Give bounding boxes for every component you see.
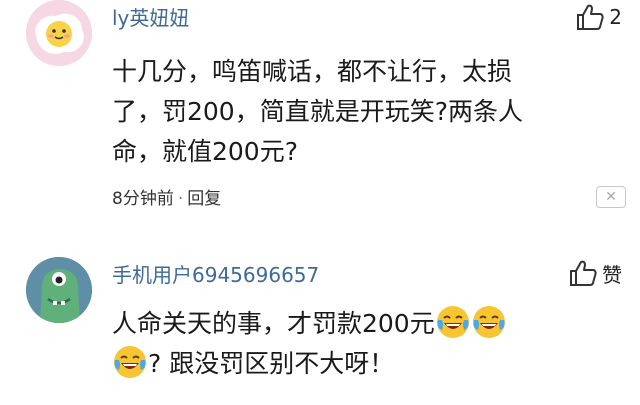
comment-item: ly英妞妞 2 十几分，鸣笛喊话，都不让行，太损 了，罚200，简直就是开玩笑?… xyxy=(0,0,640,232)
comment-text-line: 命，就值200元? xyxy=(112,137,298,166)
avatar[interactable] xyxy=(26,257,92,323)
username[interactable]: 手机用户6945696657 xyxy=(112,259,319,288)
like-count: 2 xyxy=(609,5,622,29)
crying-laughing-icon xyxy=(436,306,469,338)
reply-link[interactable]: 回复 xyxy=(187,189,221,209)
comment-text-segment: 人命关天的事，才罚款200元 xyxy=(112,309,435,338)
comment-text-line: 人命关天的事，才罚款200元 xyxy=(112,304,612,344)
like-button[interactable]: 2 xyxy=(575,2,622,32)
thumbs-up-icon xyxy=(570,260,597,286)
crying-laughing-icon xyxy=(114,346,146,378)
comment-text-line: 了，罚200，简直就是开玩笑?两条人 xyxy=(112,97,523,126)
dismiss-button[interactable]: ✕ xyxy=(596,186,626,208)
comment-meta: 8分钟前 · 回复 xyxy=(112,184,221,209)
comment-item: 手机用户6945696657 赞 人命关天的事，才罚款200元 ? 跟没罚区别不… xyxy=(0,232,640,405)
comment-text-segment: ? 跟没罚区别不大呀！ xyxy=(148,349,395,378)
comment-text-line: ? 跟没罚区别不大呀！ xyxy=(112,344,612,384)
separator: · xyxy=(177,189,184,209)
crying-laughing-icon xyxy=(472,306,505,338)
timestamp: 8分钟前 xyxy=(112,189,174,209)
username[interactable]: ly英妞妞 xyxy=(112,2,189,31)
comment-text: 人命关天的事，才罚款200元 ? 跟没罚区别不大呀！ xyxy=(112,304,612,384)
like-label: 赞 xyxy=(602,262,622,287)
green-monster-avatar-icon xyxy=(26,257,92,323)
fried-egg-avatar-icon xyxy=(26,0,92,66)
close-icon: ✕ xyxy=(605,189,617,205)
comment-text-line: 十几分，鸣笛喊话，都不让行，太损 xyxy=(112,57,513,86)
like-button[interactable]: 赞 xyxy=(568,258,622,288)
avatar[interactable] xyxy=(26,0,92,66)
comment-text: 十几分，鸣笛喊话，都不让行，太损 了，罚200，简直就是开玩笑?两条人 命，就值… xyxy=(112,52,612,172)
thumbs-up-icon xyxy=(577,4,604,30)
